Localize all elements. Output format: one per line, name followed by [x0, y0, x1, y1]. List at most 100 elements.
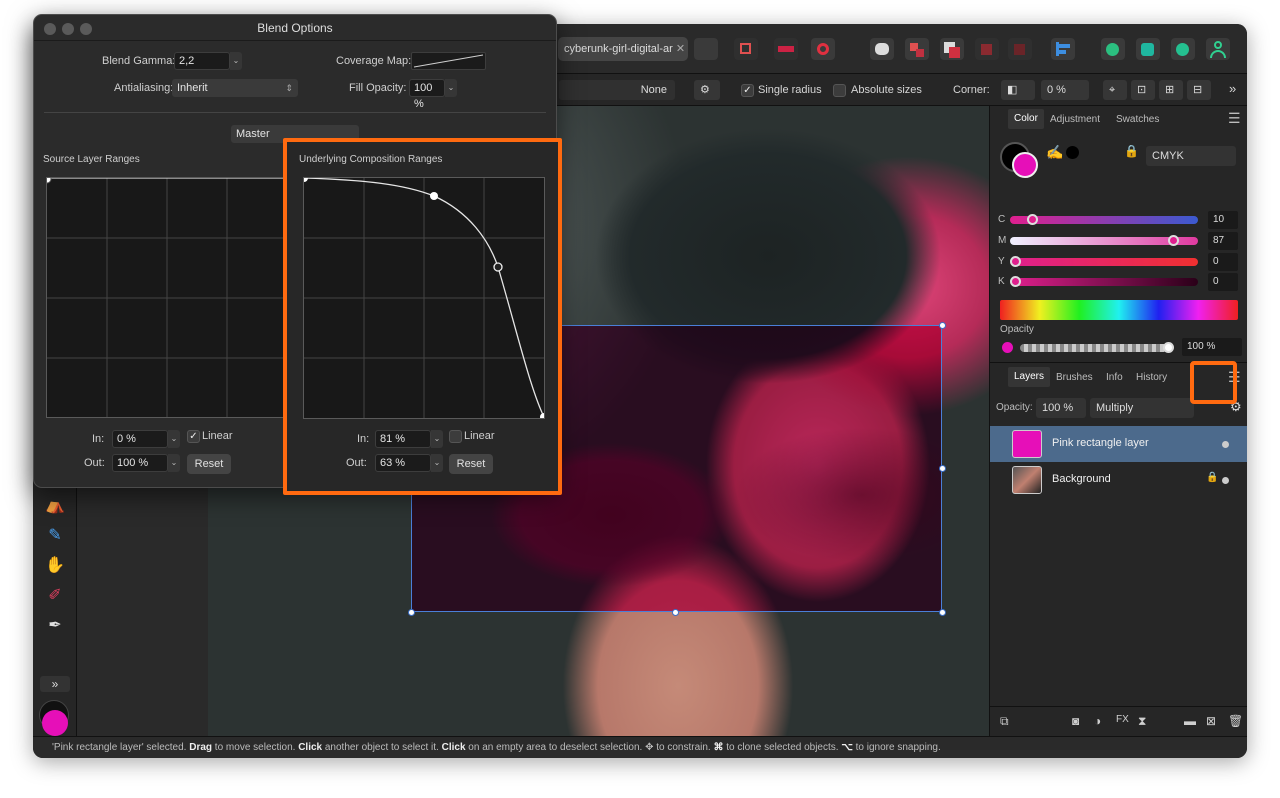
- chevron-down-icon[interactable]: ⌄: [168, 430, 180, 448]
- tab-brushes[interactable]: Brushes: [1056, 372, 1093, 383]
- current-fill-swatch[interactable]: [1012, 152, 1038, 178]
- more-chevron-icon[interactable]: »: [1229, 81, 1236, 96]
- grid-snap-icon[interactable]: ⊟: [1187, 80, 1211, 100]
- source-in-field[interactable]: 0 %: [112, 430, 168, 448]
- cyan-slider[interactable]: [1010, 214, 1198, 225]
- source-out-field[interactable]: 100 %: [112, 454, 168, 472]
- document-tab[interactable]: cyberunk-girl-digital-ar ✕: [558, 37, 688, 61]
- visibility-dot-icon[interactable]: [1222, 477, 1229, 484]
- source-linear-checkbox[interactable]: ✓: [187, 430, 200, 443]
- chevron-down-icon[interactable]: ⌄: [230, 52, 242, 70]
- smudge-tool-icon[interactable]: ✋: [43, 554, 67, 578]
- move-back-icon[interactable]: [975, 38, 999, 60]
- coverage-map-curve[interactable]: [411, 52, 486, 70]
- tab-swatches[interactable]: Swatches: [1116, 114, 1159, 125]
- subtract-icon[interactable]: [1136, 38, 1160, 60]
- yellow-slider[interactable]: [1010, 256, 1198, 267]
- selection-handle[interactable]: [939, 465, 946, 472]
- black-slider[interactable]: [1010, 276, 1198, 287]
- color-model-select[interactable]: CMYK: [1146, 146, 1236, 166]
- layer-lock-icon[interactable]: 🔒: [1206, 472, 1218, 483]
- layer-opacity-field[interactable]: 100 %: [1036, 398, 1086, 418]
- blend-mode-select[interactable]: Multiply: [1090, 398, 1194, 418]
- trash-icon[interactable]: 🗑: [1228, 714, 1243, 728]
- tab-history[interactable]: History: [1136, 372, 1167, 383]
- gear-icon[interactable]: ⚙: [694, 80, 720, 100]
- primary-color-swatch[interactable]: [42, 710, 68, 736]
- align-left-icon[interactable]: [1051, 38, 1075, 60]
- minimize-window-icon[interactable]: [62, 23, 74, 35]
- blend-gamma-field[interactable]: 2,2: [174, 52, 230, 70]
- layer-mask-icon[interactable]: ⧉: [1000, 714, 1009, 729]
- magenta-slider[interactable]: [1010, 235, 1198, 246]
- user-icon[interactable]: [1206, 38, 1230, 60]
- alignment-icon[interactable]: [774, 38, 798, 60]
- opacity-knob[interactable]: [1163, 342, 1174, 353]
- fill-opacity-field[interactable]: 100 %: [409, 79, 445, 110]
- magenta-value[interactable]: 87: [1208, 232, 1238, 250]
- corner-type-select[interactable]: ◧: [1001, 80, 1035, 100]
- tab-info[interactable]: Info: [1106, 372, 1123, 383]
- expand-tools-icon[interactable]: »: [40, 676, 70, 692]
- add-mask-icon[interactable]: ◙: [1072, 714, 1079, 728]
- visibility-dot-icon[interactable]: [1222, 441, 1229, 448]
- folder-icon[interactable]: ▬: [1184, 714, 1196, 728]
- tab-adjustment[interactable]: Adjustment: [1050, 114, 1100, 125]
- mask-tool-icon[interactable]: [694, 38, 718, 60]
- crosshair-icon[interactable]: ⌖: [1103, 80, 1127, 100]
- paint-brush-icon[interactable]: ✎: [43, 524, 67, 548]
- intersect-icon[interactable]: [1171, 38, 1195, 60]
- cyan-value[interactable]: 10: [1208, 211, 1238, 229]
- live-filter-icon[interactable]: ⧗: [1138, 714, 1146, 729]
- selection-handle[interactable]: [939, 609, 946, 616]
- stamp-tool-icon[interactable]: ⛺: [43, 494, 67, 518]
- selection-handle[interactable]: [408, 609, 415, 616]
- chevron-down-icon[interactable]: ⌄: [431, 454, 443, 472]
- source-ranges-graph[interactable]: [46, 177, 286, 418]
- chevron-down-icon[interactable]: ⌄: [431, 430, 443, 448]
- source-reset-button[interactable]: Reset: [187, 454, 231, 474]
- move-forward-icon[interactable]: [940, 38, 964, 60]
- chevron-down-icon[interactable]: ⌄: [168, 454, 180, 472]
- black-value[interactable]: 0: [1208, 273, 1238, 291]
- underlying-out-field[interactable]: 63 %: [375, 454, 431, 472]
- arrange-icon[interactable]: [905, 38, 929, 60]
- crop-icon[interactable]: [734, 38, 758, 60]
- underlying-in-field[interactable]: 81 %: [375, 430, 431, 448]
- antialiasing-select[interactable]: Inherit ⇕: [172, 79, 298, 97]
- layer-row[interactable]: Pink rectangle layer: [990, 426, 1247, 462]
- adjustment-icon[interactable]: ◑: [1094, 714, 1101, 728]
- eyedropper-icon[interactable]: ✍: [1046, 144, 1063, 161]
- dodge-brush-icon[interactable]: ✐: [43, 584, 67, 608]
- line-style-field[interactable]: None: [559, 80, 675, 100]
- distribute-icon[interactable]: ⊞: [1159, 80, 1183, 100]
- color-spectrum[interactable]: [1000, 300, 1238, 320]
- effects-icon[interactable]: FX: [1116, 714, 1129, 725]
- absolute-sizes-checkbox[interactable]: [833, 84, 846, 97]
- single-radius-checkbox[interactable]: ✓: [741, 84, 754, 97]
- selection-handle[interactable]: [672, 609, 679, 616]
- tab-layers[interactable]: Layers: [1008, 367, 1051, 387]
- lock-icon[interactable]: 🔒: [1124, 144, 1139, 158]
- transform-origin-icon[interactable]: ⊡: [1131, 80, 1155, 100]
- pen-tool-icon[interactable]: ✒: [43, 614, 67, 638]
- assistant-icon[interactable]: [870, 38, 894, 60]
- snap-magnet-icon[interactable]: [811, 38, 835, 60]
- black-knob[interactable]: [1010, 276, 1021, 287]
- underlying-reset-button[interactable]: Reset: [449, 454, 493, 474]
- chevron-down-icon[interactable]: ⌄: [445, 79, 457, 97]
- underlying-ranges-graph[interactable]: [303, 177, 545, 419]
- move-to-back-icon[interactable]: [1008, 38, 1032, 60]
- color-opacity-value[interactable]: 100 %: [1182, 338, 1242, 356]
- tab-color[interactable]: Color: [1008, 109, 1044, 129]
- zoom-window-icon[interactable]: [80, 23, 92, 35]
- panel-menu-icon[interactable]: ☰: [1228, 110, 1241, 127]
- magenta-knob[interactable]: [1168, 235, 1179, 246]
- close-tab-icon[interactable]: ✕: [676, 43, 685, 55]
- opacity-slider[interactable]: [1020, 342, 1174, 353]
- close-window-icon[interactable]: [44, 23, 56, 35]
- yellow-value[interactable]: 0: [1208, 253, 1238, 271]
- yellow-knob[interactable]: [1010, 256, 1021, 267]
- cyan-knob[interactable]: [1027, 214, 1038, 225]
- group-icon[interactable]: ⊠: [1206, 714, 1216, 728]
